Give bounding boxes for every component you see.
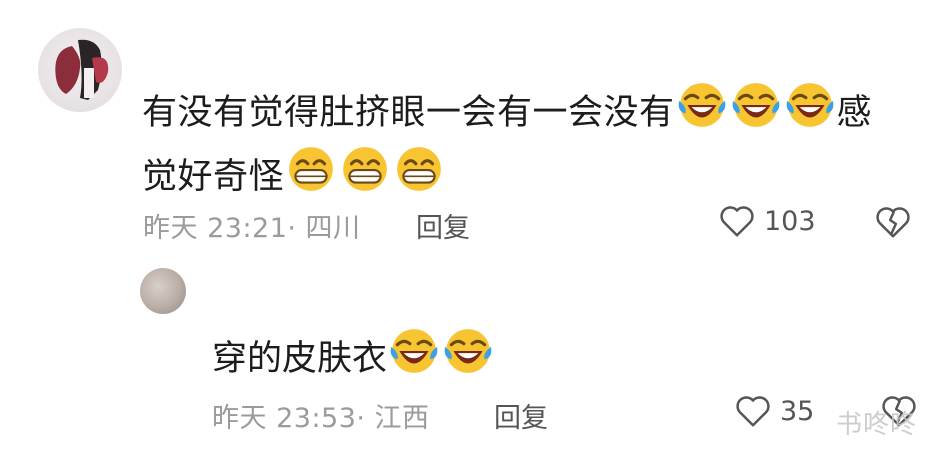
heart-icon bbox=[718, 202, 756, 240]
reply-reply-button[interactable]: 回复 bbox=[494, 396, 548, 435]
comment-text-line1: 有没有觉得肚挤眼一会有一会没有 bbox=[142, 93, 675, 133]
like-count: 103 bbox=[764, 205, 816, 237]
laugh-cry-emoji-icon bbox=[785, 80, 835, 130]
broken-heart-icon bbox=[874, 203, 912, 241]
comment-text-line2: 觉好奇怪 bbox=[142, 157, 285, 197]
reply-avatar[interactable] bbox=[140, 268, 186, 314]
avatar-image bbox=[55, 39, 109, 100]
grin-emoji-icon bbox=[340, 144, 390, 194]
comment-text-line1-tail: 感 bbox=[836, 93, 873, 133]
reply-text-body: 穿的皮肤衣 bbox=[212, 339, 388, 379]
laugh-cry-emoji-icon bbox=[389, 326, 439, 376]
comment-text: 有没有觉得肚挤眼一会有一会没有 感 觉好奇怪 bbox=[142, 80, 902, 208]
laugh-cry-emoji-icon bbox=[443, 326, 493, 376]
avatar[interactable] bbox=[38, 28, 122, 112]
reply-meta: 昨天 23:53· 江西 bbox=[212, 403, 430, 434]
laugh-cry-emoji-icon bbox=[731, 80, 781, 130]
reply-button[interactable]: 回复 bbox=[416, 206, 470, 245]
reply-like-count: 35 bbox=[780, 395, 815, 427]
watermark: 书咚咚 bbox=[836, 410, 918, 440]
reply-text: 穿的皮肤衣 bbox=[212, 326, 495, 387]
grin-emoji-icon bbox=[394, 144, 444, 194]
reply-like-button[interactable]: 35 bbox=[734, 392, 814, 430]
grin-emoji-icon bbox=[286, 144, 336, 194]
comment-meta: 昨天 23:21· 四川 bbox=[143, 213, 361, 244]
dislike-button[interactable] bbox=[874, 203, 912, 245]
like-button[interactable]: 103 bbox=[718, 202, 816, 240]
laugh-cry-emoji-icon bbox=[677, 80, 727, 130]
heart-icon bbox=[734, 392, 772, 430]
